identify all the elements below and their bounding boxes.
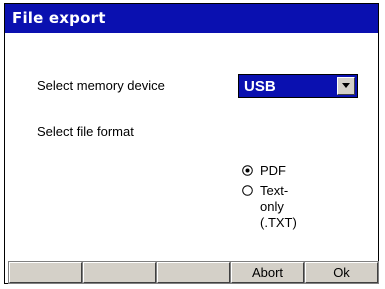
memory-device-selected-value: USB [244, 78, 276, 95]
format-option-label: PDF [260, 163, 286, 178]
dialog-title: File export [12, 9, 106, 27]
radio-unselected-icon[interactable] [242, 185, 253, 196]
file-export-dialog: File export Select memory device USB Sel… [4, 3, 379, 284]
footer-button-2[interactable] [82, 261, 157, 284]
footer-button-1[interactable] [8, 261, 83, 284]
title-bar: File export [5, 4, 378, 33]
format-option-label: Text-only (.TXT) [260, 183, 297, 230]
radio-selected-icon[interactable] [242, 165, 253, 176]
file-format-label: Select file format [37, 124, 134, 139]
footer-button-bar: Abort Ok [5, 261, 379, 284]
ok-button[interactable]: Ok [304, 261, 379, 284]
memory-device-label: Select memory device [37, 78, 165, 93]
footer-button-3[interactable] [156, 261, 231, 284]
memory-device-dropdown[interactable]: USB [238, 74, 358, 98]
dropdown-arrow-button[interactable] [337, 77, 355, 95]
abort-button[interactable]: Abort [230, 261, 305, 284]
chevron-down-icon [342, 83, 350, 88]
